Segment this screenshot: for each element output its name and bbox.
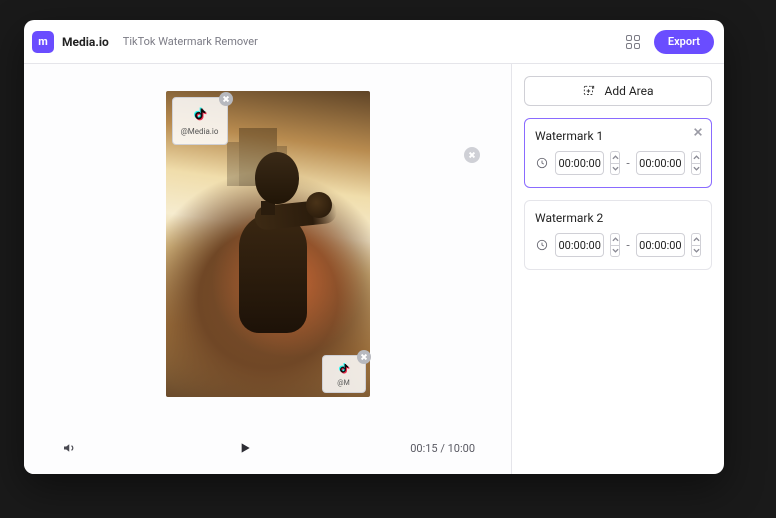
start-time-stepper[interactable] — [610, 151, 620, 175]
canvas-wrap: @Media.io @M — [60, 86, 475, 422]
chevron-down-icon — [612, 248, 619, 253]
export-label: Export — [668, 35, 700, 48]
chevron-down-icon — [612, 166, 619, 171]
close-icon — [360, 353, 368, 361]
range-separator: - — [626, 156, 629, 170]
volume-icon — [61, 439, 79, 457]
step-up-button[interactable] — [692, 152, 700, 164]
chevron-up-icon — [612, 155, 619, 160]
app-window: m Media.io TikTok Watermark Remover Expo… — [24, 20, 724, 474]
step-down-button[interactable] — [692, 164, 700, 175]
step-up-button[interactable] — [692, 234, 700, 246]
end-time-input[interactable]: 00:00:00 — [636, 233, 685, 257]
end-time-stepper[interactable] — [691, 151, 701, 175]
step-down-button[interactable] — [692, 246, 700, 257]
tiktok-icon — [190, 106, 210, 126]
apps-grid-icon — [626, 35, 640, 49]
end-time-input[interactable]: 00:00:00 — [636, 151, 685, 175]
watermark-selection-1[interactable]: @Media.io — [172, 97, 228, 145]
add-area-icon — [582, 84, 596, 98]
play-button[interactable] — [235, 438, 255, 458]
remove-selection-2-button[interactable] — [357, 350, 371, 364]
add-area-label: Add Area — [604, 84, 653, 98]
watermark-card-1[interactable]: Watermark 1 00:00:00 - 00:00:00 — [524, 118, 712, 188]
step-down-button[interactable] — [611, 164, 619, 175]
start-time-stepper[interactable] — [610, 233, 620, 257]
play-icon — [237, 440, 253, 456]
start-time-input[interactable]: 00:00:00 — [555, 233, 604, 257]
step-up-button[interactable] — [611, 234, 619, 246]
step-down-button[interactable] — [611, 246, 619, 257]
start-time-input[interactable]: 00:00:00 — [555, 151, 604, 175]
watermark-selection-2[interactable]: @M — [322, 355, 366, 393]
step-up-button[interactable] — [611, 152, 619, 164]
watermark-title: Watermark 2 — [535, 211, 701, 225]
chevron-up-icon — [612, 237, 619, 242]
watermark-caption-1: @Media.io — [181, 127, 219, 136]
add-area-button[interactable]: Add Area — [524, 76, 712, 106]
brand-logo-text: m — [38, 35, 48, 48]
chevron-up-icon — [693, 237, 700, 242]
volume-button[interactable] — [60, 438, 80, 458]
close-icon — [222, 95, 230, 103]
watermark-card-2[interactable]: Watermark 2 00:00:00 - 00:00:00 — [524, 200, 712, 270]
end-time-stepper[interactable] — [691, 233, 701, 257]
remove-media-button[interactable] — [464, 147, 480, 163]
remove-selection-1-button[interactable] — [219, 92, 233, 106]
preview-pane: @Media.io @M — [24, 64, 512, 474]
brand-name: Media.io — [62, 35, 109, 49]
transport-bar: 00:15 / 10:00 — [60, 422, 475, 474]
apps-grid-button[interactable] — [620, 29, 646, 55]
chevron-down-icon — [693, 166, 700, 171]
watermark-caption-2: @M — [337, 379, 349, 387]
export-button[interactable]: Export — [654, 30, 714, 54]
range-separator: - — [626, 238, 629, 252]
clock-icon — [535, 156, 549, 170]
app-header: m Media.io TikTok Watermark Remover Expo… — [24, 20, 724, 64]
close-icon — [468, 151, 476, 159]
video-canvas[interactable]: @Media.io @M — [166, 91, 370, 397]
watermark-title: Watermark 1 — [535, 129, 701, 143]
brand-logo: m — [32, 31, 54, 53]
delete-watermark-1-button[interactable] — [691, 125, 705, 139]
chevron-down-icon — [693, 248, 700, 253]
chevron-up-icon — [693, 155, 700, 160]
app-body: @Media.io @M — [24, 64, 724, 474]
side-panel: Add Area Watermark 1 00:00:00 — [512, 64, 724, 474]
tiktok-icon — [336, 362, 352, 378]
time-range-row: 00:00:00 - 00:00:00 — [535, 151, 701, 175]
clock-icon — [535, 238, 549, 252]
time-range-row: 00:00:00 - 00:00:00 — [535, 233, 701, 257]
time-display: 00:15 / 10:00 — [410, 442, 475, 455]
close-icon — [693, 127, 703, 137]
page-title: TikTok Watermark Remover — [123, 35, 258, 48]
